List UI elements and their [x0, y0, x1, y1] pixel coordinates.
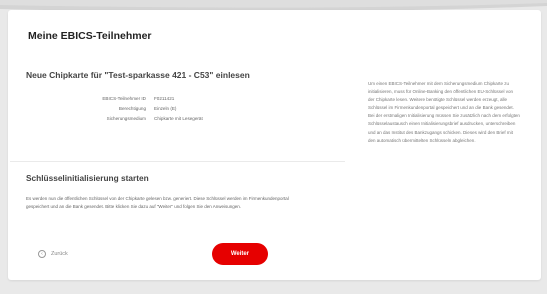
chipcard-heading: Neue Chipkarte für "Test-sparkasse 421 -… — [26, 70, 250, 80]
page-title: Meine EBICS-Teilnehmer — [28, 30, 152, 42]
participant-details: EBICS-Teilnehmer ID F0211421 Berechtigun… — [62, 94, 344, 124]
detail-row-security-medium: Sicherungsmedium Chipkarte mit Lesegerät — [62, 114, 344, 124]
detail-label: EBICS-Teilnehmer ID — [102, 96, 146, 101]
detail-value: F0211421 — [154, 96, 175, 101]
detail-label: Sicherungsmedium — [106, 116, 146, 121]
section-divider — [10, 161, 345, 162]
detail-label: Berechtigung — [118, 106, 146, 111]
detail-row-permission: Berechtigung Einzeln (E) — [62, 104, 344, 114]
back-label: Zurück — [51, 251, 68, 257]
next-button[interactable]: Weiter — [212, 243, 268, 265]
main-card — [8, 10, 541, 280]
detail-row-ebics-id: EBICS-Teilnehmer ID F0211421 — [62, 94, 344, 104]
detail-value: Chipkarte mit Lesegerät — [154, 116, 203, 121]
key-init-heading: Schlüsselinitialisierung starten — [26, 173, 149, 183]
chevron-left-icon: ‹ — [38, 250, 46, 258]
chipcard-section: Neue Chipkarte für "Test-sparkasse 421 -… — [26, 70, 344, 124]
key-init-description: Es werden nun die öffentlichen Schlüssel… — [26, 196, 289, 210]
back-link[interactable]: ‹ Zurück — [38, 250, 68, 258]
key-init-section: Schlüsselinitialisierung starten Es werd… — [26, 173, 326, 211]
detail-value: Einzeln (E) — [154, 106, 177, 111]
info-panel-text: Um einen EBICS-Teilnehmer mit dem Sicher… — [368, 81, 520, 143]
